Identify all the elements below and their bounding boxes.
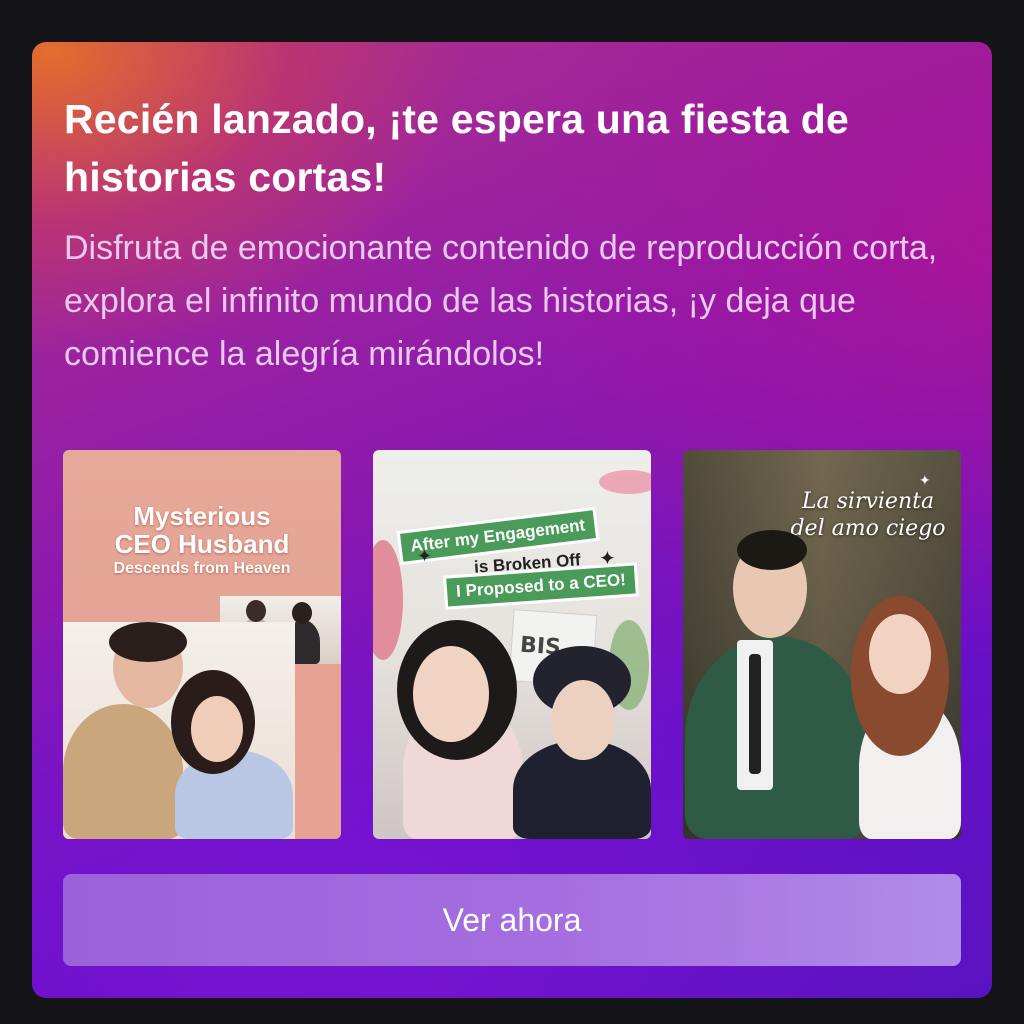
poster-mysterious-ceo-husband[interactable]: Mysterious CEO Husband Descends from Hea… xyxy=(63,450,341,839)
poster-la-sirvienta[interactable]: La sirvienta del amo ciego ✦ xyxy=(683,450,961,839)
poster-title-line: La sirvienta xyxy=(801,489,935,514)
poster-character xyxy=(685,636,867,839)
poster-title: La sirvienta del amo ciego xyxy=(783,488,953,542)
poster-title: Mysterious CEO Husband Descends from Hea… xyxy=(63,502,341,580)
poster-title-line: del amo ciego xyxy=(790,516,946,541)
poster-after-my-engagement[interactable]: BIS After my Engagement is Broken Off I … xyxy=(373,450,651,839)
poster-subtitle: Descends from Heaven xyxy=(113,560,291,577)
promo-card: Recién lanzado, ¡te espera una fiesta de… xyxy=(32,42,992,998)
poster-decor xyxy=(295,664,341,839)
watch-now-button[interactable]: Ver ahora xyxy=(63,874,961,966)
poster-title-line: Mysterious xyxy=(133,501,271,531)
poster-row: Mysterious CEO Husband Descends from Hea… xyxy=(63,450,961,839)
poster-title-line: CEO Husband xyxy=(114,529,290,559)
poster-main-photo xyxy=(63,622,295,839)
promo-title: Recién lanzado, ¡te espera una fiesta de… xyxy=(64,96,849,200)
promo-description: Disfruta de emocionante contenido de rep… xyxy=(64,229,938,373)
